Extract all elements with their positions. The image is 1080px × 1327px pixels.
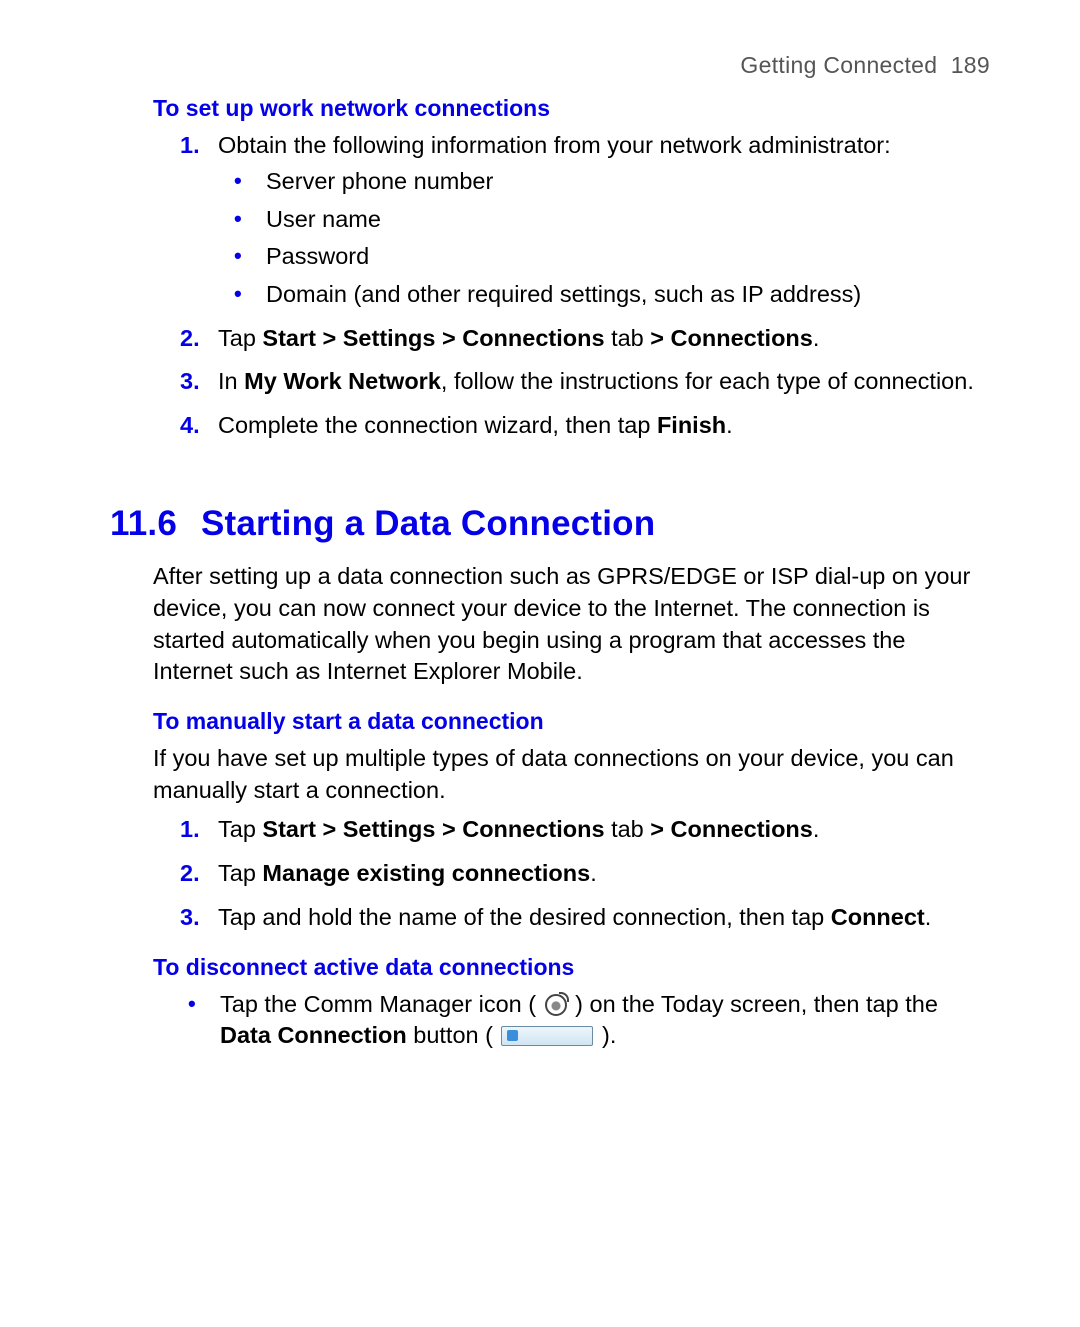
step-item: 1. Obtain the following information from … [180,130,990,311]
steps-list-setup-work: 1. Obtain the following information from … [110,130,990,442]
step-item: 2. Tap Manage existing connections. [180,858,990,890]
step-text: In My Work Network, follow the instructi… [218,368,974,394]
sub-bullet-item: User name [226,204,990,236]
step-text: Tap Start > Settings > Connections tab >… [218,325,819,351]
step-item: 3. In My Work Network, follow the instruc… [180,366,990,398]
subsection-intro-manual-start: If you have set up multiple types of dat… [153,743,990,806]
sub-bullet-item: Server phone number [226,166,990,198]
step-item: 4. Complete the connection wizard, then t… [180,410,990,442]
document-page: Getting Connected 189 To set up work net… [0,0,1080,1122]
section-number: 11.6 [110,504,177,543]
step-text: Tap Manage existing connections. [218,860,597,886]
section-intro: After setting up a data connection such … [153,561,990,688]
bullet-list-disconnect: Tap the Comm Manager icon ( ) on the Tod… [110,989,990,1052]
bold-text: Start > Settings > Connections [262,325,604,351]
sub-bullet-item: Password [226,241,990,273]
step-text: Complete the connection wizard, then tap… [218,412,733,438]
bold-text: Connect [831,904,925,930]
step-number: 4. [180,410,200,442]
steps-list-manual-start: 1. Tap Start > Settings > Connections tab… [110,814,990,933]
bold-text: Start > Settings > Connections [262,816,604,842]
step-number: 2. [180,323,200,355]
sub-bullet-item: Domain (and other required settings, suc… [226,279,990,311]
comm-manager-icon [545,994,567,1016]
page-number: 189 [951,52,990,78]
subsection-title-manual-start: To manually start a data connection [153,706,990,737]
section-heading: 11.6 Starting a Data Connection [110,500,990,547]
step-text: Tap Start > Settings > Connections tab >… [218,816,819,842]
sub-bullet-list: Server phone number User name Password Doma… [218,166,990,311]
bullet-item: Tap the Comm Manager icon ( ) on the Tod… [180,989,990,1052]
step-number: 1. [180,814,200,846]
subsection-title-setup-work: To set up work network connections [153,93,990,124]
section-title: Starting a Data Connection [201,504,655,543]
step-number: 3. [180,902,200,934]
bold-text: > Connections [650,325,813,351]
data-connection-button-icon [501,1026,593,1046]
subsection-title-disconnect: To disconnect active data connections [153,952,990,983]
step-text: Obtain the following information from yo… [218,132,891,158]
bold-text: My Work Network [244,368,441,394]
step-item: 3. Tap and hold the name of the desired c… [180,902,990,934]
bold-text: Data Connection [220,1022,407,1048]
chapter-title: Getting Connected [740,52,937,78]
step-number: 2. [180,858,200,890]
bold-text: Finish [657,412,726,438]
bold-text: > Connections [650,816,813,842]
bold-text: Manage existing connections [262,860,590,886]
page-header: Getting Connected 189 [110,50,990,81]
step-number: 1. [180,130,200,162]
step-item: 1. Tap Start > Settings > Connections tab… [180,814,990,846]
step-text: Tap and hold the name of the desired con… [218,904,931,930]
step-item: 2. Tap Start > Settings > Connections tab… [180,323,990,355]
step-number: 3. [180,366,200,398]
